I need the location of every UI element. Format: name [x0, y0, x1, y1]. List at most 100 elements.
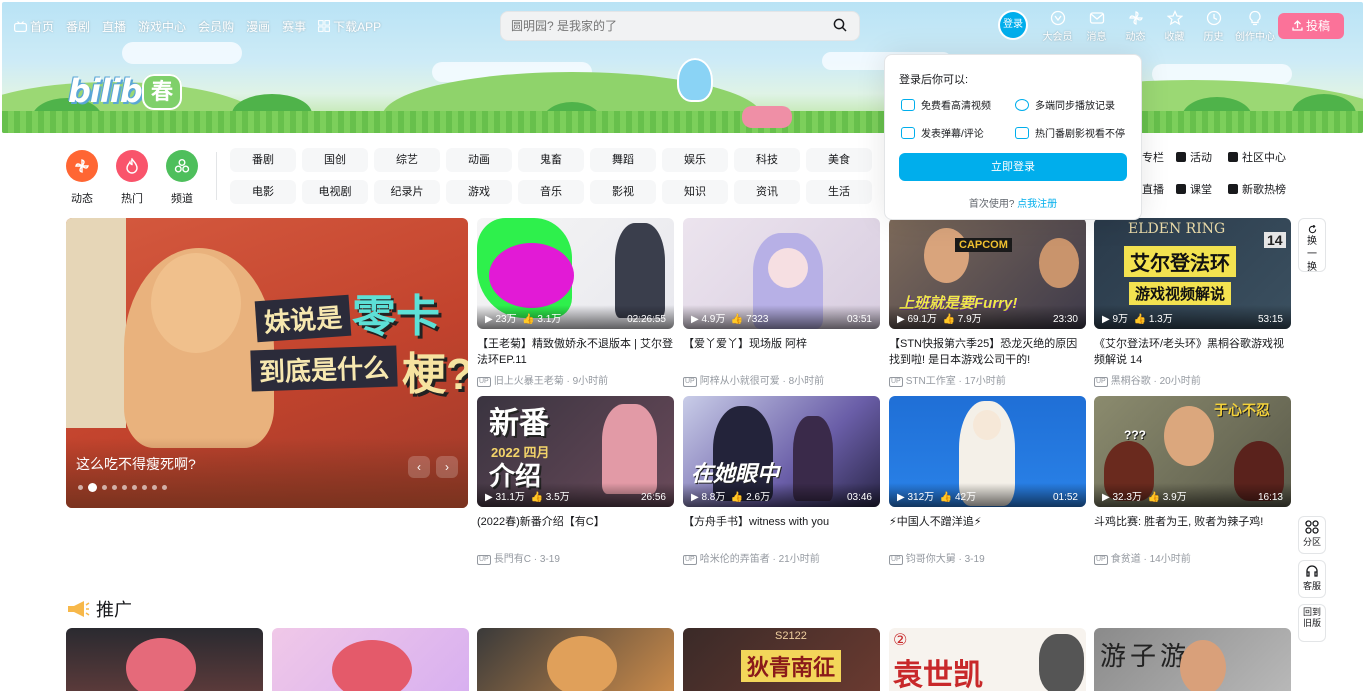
extra-class[interactable]: 课堂	[1176, 180, 1228, 200]
carousel-dot[interactable]	[132, 485, 137, 490]
circle-hot[interactable]: 热门	[116, 150, 148, 206]
channel-chip[interactable]: 动画	[446, 148, 512, 172]
channel-chip[interactable]: 音乐	[518, 180, 584, 204]
promo-tile[interactable]: S2122 狄青南征	[683, 628, 880, 691]
carousel-dot-active[interactable]	[88, 483, 97, 492]
video-card[interactable]: CAPCOM 上班就是要Furry! ▶ 69.1万 👍 7.9万 23:30 …	[889, 218, 1086, 387]
video-thumbnail[interactable]: 在她眼中 ▶ 8.8万 👍 2.6万 03:46	[683, 396, 880, 507]
video-meta[interactable]: UP 阿梓从小就很可爱 · 8小时前	[683, 372, 880, 387]
promo-tile[interactable]	[272, 628, 469, 691]
video-card[interactable]: ▶ 4.9万 👍 7323 03:51 【爱丫爱丫】现场版 阿梓 UP 阿梓从小就…	[683, 218, 880, 387]
refresh-button[interactable]: 换 一 换	[1298, 218, 1326, 273]
video-thumbnail[interactable]: CAPCOM 上班就是要Furry! ▶ 69.1万 👍 7.9万 23:30	[889, 218, 1086, 329]
nav-anime[interactable]: 番剧	[66, 18, 90, 35]
extra-activity[interactable]: 活动	[1176, 148, 1228, 168]
promo-tile[interactable]	[477, 628, 674, 691]
circle-channels[interactable]: 频道	[166, 150, 198, 206]
video-thumbnail[interactable]: ▶ 312万 👍 42万 01:52	[889, 396, 1086, 507]
video-meta[interactable]: UP STN工作室 · 17小时前	[889, 372, 1086, 387]
channel-chip[interactable]: 电影	[230, 180, 296, 204]
nav-dynamic[interactable]: 动态	[1116, 8, 1155, 43]
video-meta[interactable]: UP 哈米伦的弄笛者 · 21小时前	[683, 550, 880, 565]
channel-chip[interactable]: 电视剧	[302, 180, 368, 204]
nav-download-app[interactable]: 下载APP	[318, 18, 381, 35]
video-title[interactable]: 【方舟手书】witness with you	[683, 514, 880, 546]
video-card[interactable]: ▶ 312万 👍 42万 01:52 ⚡中国人不蹭洋追⚡ UP 钧哥你大舅 · 3…	[889, 396, 1086, 565]
video-meta[interactable]: UP 食贫道 · 14小时前	[1094, 550, 1291, 565]
nav-esports[interactable]: 赛事	[282, 18, 306, 35]
video-thumbnail[interactable]: 于心不忍 ??? ▶ 32.3万 👍 3.9万 16:13	[1094, 396, 1291, 507]
video-meta[interactable]: UP 黑桐谷歌 · 20小时前	[1094, 372, 1291, 387]
carousel-dot[interactable]	[152, 485, 157, 490]
nav-vip[interactable]: 大会员	[1038, 8, 1077, 43]
video-title[interactable]: 【STN快报第六季25】恐龙灭绝的原因找到啦! 是日本游戏公司干的!	[889, 336, 1086, 368]
nav-manga[interactable]: 漫画	[246, 18, 270, 35]
search-input[interactable]	[511, 12, 821, 40]
channel-chip[interactable]: 生活	[806, 180, 872, 204]
nav-live[interactable]: 直播	[102, 18, 126, 35]
carousel-dot[interactable]	[142, 485, 147, 490]
login-avatar-button[interactable]: 登录	[1000, 12, 1026, 38]
carousel-dot[interactable]	[122, 485, 127, 490]
nav-history[interactable]: 历史	[1194, 8, 1233, 43]
video-card[interactable]: 于心不忍 ??? ▶ 32.3万 👍 3.9万 16:13 斗鸡比赛: 胜者为王…	[1094, 396, 1291, 565]
nav-member-shop[interactable]: 会员购	[198, 18, 234, 35]
category-button[interactable]: 分区	[1298, 516, 1326, 554]
back-old-version-button[interactable]: 回到 旧版	[1298, 604, 1326, 642]
promo-tile[interactable]	[66, 628, 263, 691]
nav-game-center[interactable]: 游戏中心	[138, 18, 186, 35]
video-title[interactable]: 斗鸡比赛: 胜者为王, 败者为辣子鸡!	[1094, 514, 1291, 546]
carousel-dot[interactable]	[78, 485, 83, 490]
video-thumbnail[interactable]: ELDEN RING 14 艾尔登法环 游戏视频解说 ▶ 9万 👍 1.3万 5…	[1094, 218, 1291, 329]
video-card[interactable]: ELDEN RING 14 艾尔登法环 游戏视频解说 ▶ 9万 👍 1.3万 5…	[1094, 218, 1291, 387]
channel-chip[interactable]: 综艺	[374, 148, 440, 172]
channel-chip[interactable]: 舞蹈	[590, 148, 656, 172]
promo-tile[interactable]: ② 袁世凯	[889, 628, 1086, 691]
channel-chip[interactable]: 娱乐	[662, 148, 728, 172]
video-title[interactable]: (2022春)新番介绍【有C】	[477, 514, 674, 546]
carousel-dot[interactable]	[162, 485, 167, 490]
channel-chip[interactable]: 纪录片	[374, 180, 440, 204]
video-card[interactable]: 新番 2022 四月 介绍 ▶ 31.1万 👍 3.5万 26:56 (2022…	[477, 396, 674, 565]
nav-creator-center[interactable]: 创作中心	[1233, 8, 1277, 43]
channel-chip[interactable]: 资讯	[734, 180, 800, 204]
extra-community[interactable]: 社区中心	[1228, 148, 1292, 168]
video-title[interactable]: 【王老菊】精致傲娇永不退版本 | 艾尔登法环EP.11	[477, 336, 674, 368]
video-meta[interactable]: UP 钧哥你大舅 · 3-19	[889, 550, 1086, 565]
customer-service-button[interactable]: 客服	[1298, 560, 1326, 598]
carousel-dot[interactable]	[102, 485, 107, 490]
video-thumbnail[interactable]: 新番 2022 四月 介绍 ▶ 31.1万 👍 3.5万 26:56	[477, 396, 674, 507]
featured-carousel[interactable]: 妹说是 零卡 到底是什么 梗? 这么吃不得瘦死啊? ‹ ›	[66, 218, 468, 508]
channel-chip[interactable]: 科技	[734, 148, 800, 172]
channel-chip[interactable]: 影视	[590, 180, 656, 204]
channel-chip[interactable]: 国创	[302, 148, 368, 172]
video-meta[interactable]: UP 長門有C · 3-19	[477, 550, 674, 565]
nav-favorites[interactable]: 收藏	[1155, 8, 1194, 43]
video-card[interactable]: ▶ 23万 👍 3.1万 02:26:55 【王老菊】精致傲娇永不退版本 | 艾…	[477, 218, 674, 387]
nav-home[interactable]: 首页	[14, 18, 54, 35]
circle-dynamic[interactable]: 动态	[66, 150, 98, 206]
carousel-prev-button[interactable]: ‹	[408, 456, 430, 478]
upload-button[interactable]: 投稿	[1278, 13, 1344, 39]
video-thumbnail[interactable]: ▶ 23万 👍 3.1万 02:26:55	[477, 218, 674, 329]
video-title[interactable]: 【爱丫爱丫】现场版 阿梓	[683, 336, 880, 368]
channel-chip[interactable]: 鬼畜	[518, 148, 584, 172]
carousel-next-button[interactable]: ›	[436, 456, 458, 478]
carousel-dot[interactable]	[112, 485, 117, 490]
search-icon[interactable]	[833, 18, 847, 32]
channel-chip[interactable]: 游戏	[446, 180, 512, 204]
extra-songs[interactable]: 新歌热榜	[1228, 180, 1292, 200]
channel-chip[interactable]: 番剧	[230, 148, 296, 172]
carousel-title[interactable]: 这么吃不得瘦死啊?	[76, 454, 196, 474]
video-card[interactable]: 在她眼中 ▶ 8.8万 👍 2.6万 03:46 【方舟手书】witness w…	[683, 396, 880, 565]
video-thumbnail[interactable]: ▶ 4.9万 👍 7323 03:51	[683, 218, 880, 329]
nav-messages[interactable]: 消息	[1077, 8, 1116, 43]
channel-chip[interactable]: 美食	[806, 148, 872, 172]
video-title[interactable]: 《艾尔登法环/老头环》黑桐谷歌游戏视频解说 14	[1094, 336, 1291, 368]
register-link[interactable]: 点我注册	[1017, 199, 1057, 210]
channel-chip[interactable]: 知识	[662, 180, 728, 204]
login-now-button[interactable]: 立即登录	[899, 153, 1127, 181]
video-meta[interactable]: UP 旧上火暴王老菊 · 9小时前	[477, 372, 674, 387]
promo-tile[interactable]: 游子游录	[1094, 628, 1291, 691]
video-title[interactable]: ⚡中国人不蹭洋追⚡	[889, 514, 1086, 546]
